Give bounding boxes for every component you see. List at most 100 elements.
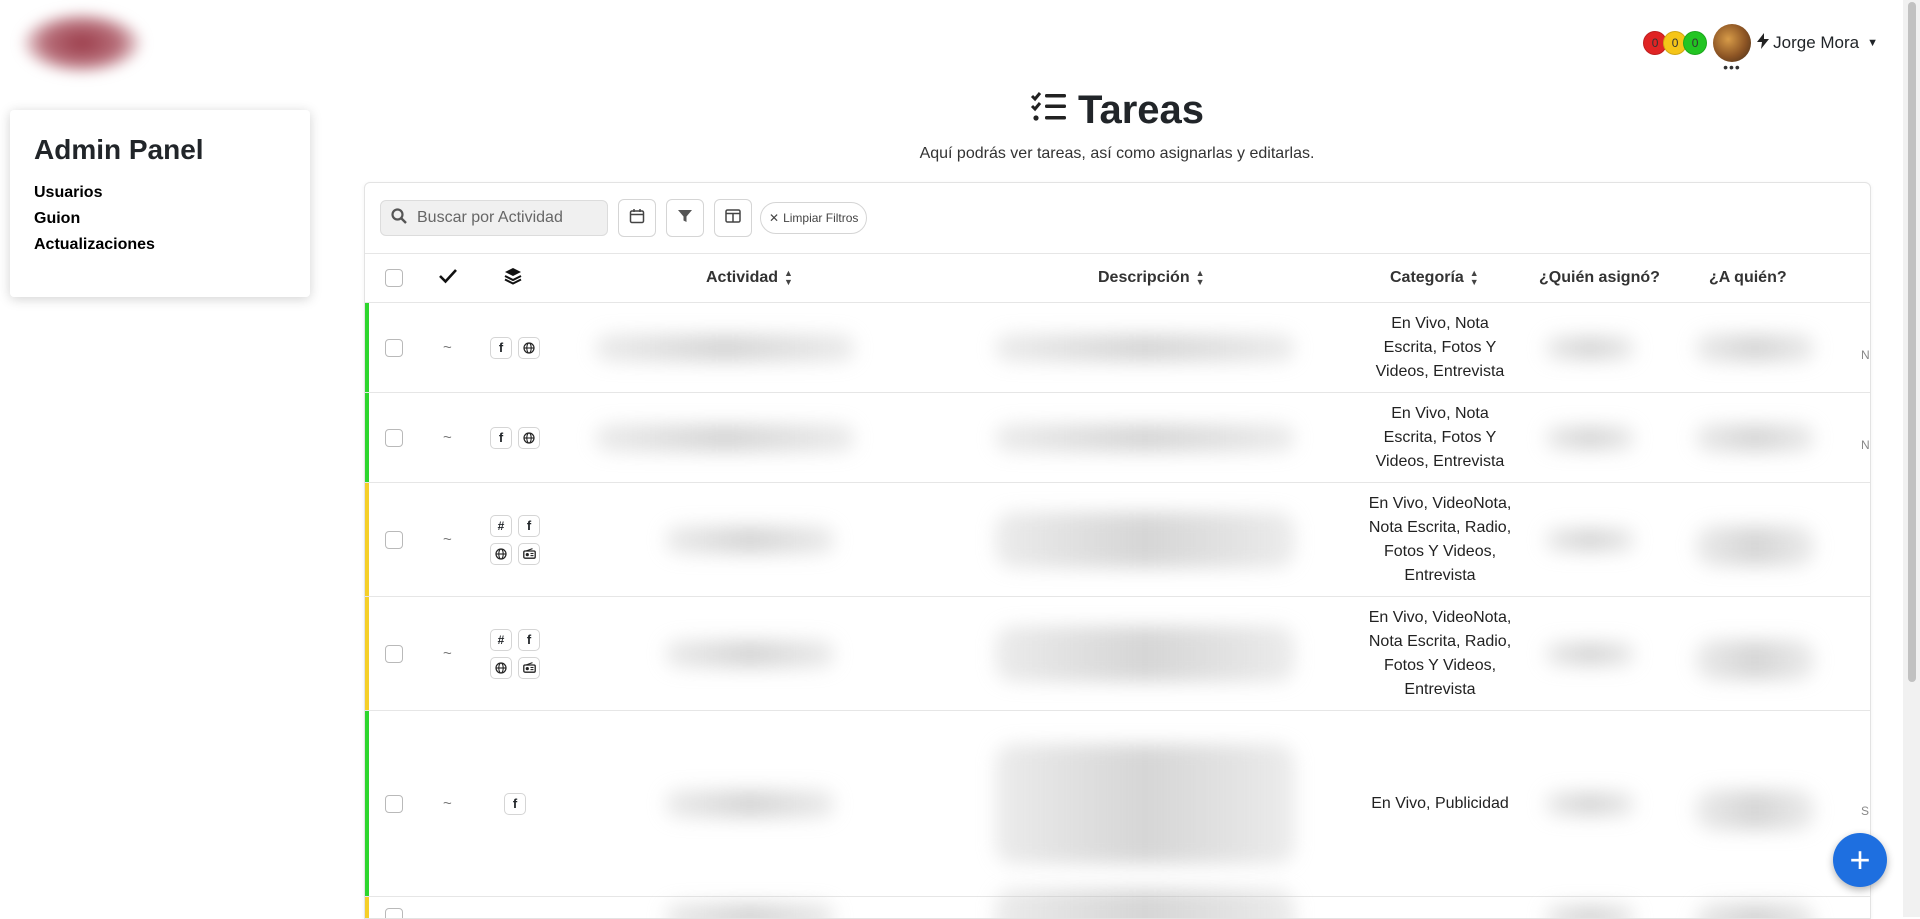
platform-icons: f (504, 792, 526, 815)
category-cell: En Vivo, Nota Escrita, Fotos Y Videos, E… (1375, 314, 1505, 380)
date-filter-button[interactable] (618, 199, 656, 237)
user-topbar: 0 0 0 ••• Jorge Mora ▼ (1643, 20, 1878, 74)
globe-icon[interactable] (518, 336, 540, 359)
hashtag-icon[interactable]: # (490, 514, 512, 537)
table-header: Actividad ▲ ▼ Descripción ▲ ▼ Categoría ▲ ▼… (365, 254, 1870, 303)
bolt-icon (1757, 32, 1770, 54)
facebook-icon[interactable]: f (518, 514, 540, 537)
category-column-header[interactable]: Categoría ▲ ▼ (1390, 254, 1479, 302)
table-toolbar: ✕ Limpiar Filtros (365, 183, 1870, 254)
assigned-to-redacted (1695, 333, 1815, 362)
overflow-text: N (1861, 347, 1870, 362)
description-column-header[interactable]: Descripción ▲ ▼ (1098, 254, 1205, 302)
facebook-icon[interactable]: f (490, 336, 512, 359)
sidebar-item-guion[interactable]: Guion (34, 210, 286, 228)
description-redacted (995, 333, 1295, 362)
scrollbar-thumb[interactable] (1908, 2, 1916, 682)
admin-sidebar: Admin Panel Usuarios Guion Actualizacion… (10, 110, 310, 297)
page-scrollbar[interactable] (1903, 0, 1920, 917)
filter-button[interactable] (666, 199, 704, 237)
counter-green-badge[interactable]: 0 (1683, 31, 1708, 55)
facebook-icon[interactable]: f (518, 628, 540, 651)
brand-logo[interactable] (22, 12, 142, 74)
activity-column-header[interactable]: Actividad ▲ ▼ (706, 254, 793, 302)
status-indicator (365, 303, 369, 392)
row-checkbox[interactable] (385, 530, 403, 549)
category-cell: En Vivo, Publicidad (1371, 794, 1509, 812)
table-row[interactable]: ~ f En Vivo, Nota Escrita, Fotos Y Videos,… (365, 303, 1870, 393)
status-indicator (365, 597, 369, 710)
row-checkbox[interactable] (385, 794, 403, 813)
row-checkbox[interactable] (385, 428, 403, 447)
activity-redacted (665, 525, 835, 554)
assigned-to-column-header[interactable]: ¿A quién? (1709, 254, 1787, 302)
search-input[interactable] (415, 208, 599, 228)
status-indicator (365, 483, 369, 596)
caret-down-icon: ▼ (1867, 37, 1878, 49)
assigned-by-redacted (1545, 335, 1635, 360)
status-indicator (365, 711, 369, 896)
globe-icon[interactable] (490, 656, 512, 679)
assigned-to-redacted (1695, 525, 1815, 566)
search-icon (391, 207, 407, 229)
columns-toggle-button[interactable] (714, 199, 752, 237)
table-body: ~ f En Vivo, Nota Escrita, Fotos Y Videos,… (365, 303, 1870, 918)
assigned-to-redacted (1695, 423, 1815, 452)
add-task-button[interactable]: + (1833, 833, 1887, 887)
activity-redacted (665, 789, 835, 818)
table-row[interactable]: ~ f En Vivo, Nota Escrita, Fotos Y Videos,… (365, 393, 1870, 483)
overflow-text: N (1861, 437, 1870, 452)
activity-redacted (595, 333, 855, 362)
status-indicator (365, 393, 369, 482)
category-cell: En Vivo, VideoNota, Nota Escrita, Radio,… (1368, 608, 1512, 698)
sort-icon: ▲ ▼ (1469, 268, 1479, 287)
platforms-column-header[interactable] (504, 254, 522, 302)
avatar[interactable]: ••• (1713, 24, 1752, 74)
assigned-to-header-label: ¿A quién? (1709, 269, 1787, 286)
done-status: ~ (443, 531, 452, 548)
clear-filters-button[interactable]: ✕ Limpiar Filtros (760, 202, 868, 234)
user-name: Jorge Mora (1773, 33, 1860, 52)
check-icon (439, 268, 457, 289)
assigned-by-redacted (1545, 527, 1635, 552)
globe-icon[interactable] (490, 542, 512, 565)
row-checkbox[interactable] (385, 908, 403, 918)
table-row[interactable]: ~ # f En Vivo, VideoNota, Nota Escrita, Rad… (365, 597, 1870, 711)
done-column-header[interactable] (439, 254, 457, 302)
status-indicator (365, 897, 369, 918)
table-row[interactable]: ~ f En Vivo, Publicidad S (365, 711, 1870, 897)
close-icon: ✕ (769, 211, 780, 225)
sidebar-item-usuarios[interactable]: Usuarios (34, 184, 286, 202)
activity-redacted (595, 423, 855, 452)
layers-icon (504, 267, 522, 290)
row-checkbox[interactable] (385, 338, 403, 357)
category-header-label: Categoría (1390, 269, 1464, 286)
assigned-by-column-header[interactable]: ¿Quién asignó? (1539, 254, 1660, 302)
filter-icon (677, 208, 693, 229)
assigned-by-redacted (1545, 425, 1635, 450)
sidebar-item-actualizaciones[interactable]: Actualizaciones (34, 236, 286, 254)
assigned-by-redacted (1545, 791, 1635, 816)
hashtag-icon[interactable]: # (490, 628, 512, 651)
table-row[interactable]: ~ # f En Vivo, VideoNota, Nota Escrita, Rad… (365, 483, 1870, 597)
radio-icon[interactable] (518, 656, 540, 679)
search-box (380, 200, 608, 236)
category-cell: En Vivo, VideoNota, Nota Escrita, Radio,… (1368, 494, 1512, 584)
overflow-text: S (1861, 803, 1870, 818)
globe-icon[interactable] (518, 426, 540, 449)
done-status: ~ (443, 795, 452, 812)
row-checkbox[interactable] (385, 644, 403, 663)
sidebar-title: Admin Panel (34, 134, 204, 165)
radio-icon[interactable] (518, 542, 540, 565)
done-status: ~ (443, 339, 452, 356)
description-redacted (995, 423, 1295, 452)
description-header-label: Descripción (1098, 269, 1190, 286)
facebook-icon[interactable]: f (504, 792, 526, 815)
facebook-icon[interactable]: f (490, 426, 512, 449)
select-all-checkbox[interactable] (385, 269, 403, 287)
done-status: ~ (443, 645, 452, 662)
platform-icons: # f (490, 514, 540, 565)
table-row[interactable] (365, 889, 1870, 918)
activity-redacted (665, 639, 835, 668)
user-menu-toggle[interactable]: Jorge Mora ▼ (1757, 32, 1878, 54)
